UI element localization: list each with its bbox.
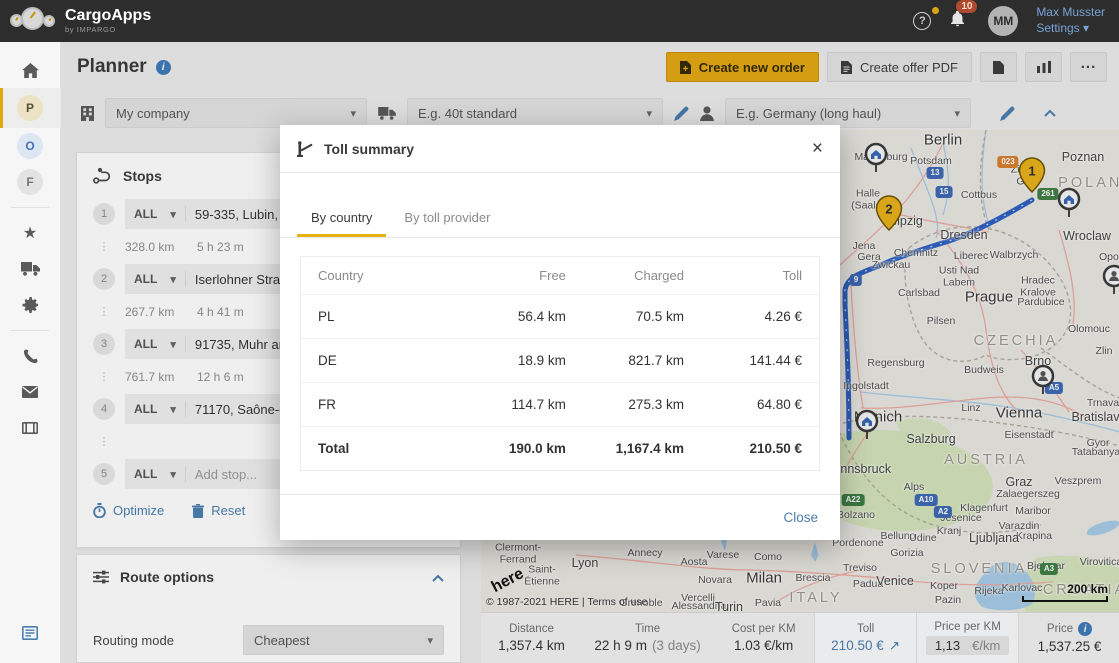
- notifications-button[interactable]: 10: [949, 10, 966, 32]
- question-icon: ?: [913, 12, 931, 30]
- toll-tabs: By country By toll provider: [280, 199, 840, 238]
- truck-icon: [21, 262, 40, 276]
- notifications-count-badge: 10: [956, 0, 977, 13]
- app-root: CargoApps by IMPARGO ? 10 MM Max Musster…: [0, 0, 1119, 663]
- planner-workspace-badge: P: [17, 95, 43, 121]
- phone-icon: [23, 349, 38, 364]
- toll-barrier-icon: [297, 141, 313, 157]
- tab-by-toll-provider[interactable]: By toll provider: [390, 199, 504, 237]
- tab-by-country[interactable]: By country: [297, 199, 386, 237]
- fleet-workspace-badge: F: [17, 169, 43, 195]
- chevron-down-icon: ▾: [1083, 21, 1089, 35]
- sidebar-item-mail[interactable]: [0, 374, 61, 410]
- avatar[interactable]: MM: [988, 6, 1018, 36]
- toll-table-header: Country Free Charged Toll: [301, 257, 819, 294]
- sidebar-item-orders[interactable]: O: [0, 128, 61, 164]
- brand-name: CargoApps: [65, 8, 151, 25]
- sidebar-item-phone[interactable]: [0, 338, 61, 374]
- modal-title: Toll summary: [324, 141, 414, 157]
- sidebar-item-home[interactable]: [0, 52, 61, 88]
- sidebar-item-planner[interactable]: P: [0, 88, 61, 128]
- toll-summary-modal: Toll summary × By country By toll provid…: [280, 125, 840, 540]
- sidebar-item-vehicles[interactable]: [0, 251, 61, 287]
- sidebar-divider: [11, 207, 49, 208]
- sidebar-item-settings[interactable]: [0, 287, 61, 323]
- envelope-icon: [22, 386, 38, 398]
- close-icon[interactable]: ×: [812, 139, 823, 158]
- star-icon: ★: [23, 223, 37, 243]
- sidebar-divider: [11, 330, 49, 331]
- toll-table-row: DE 18.9 km 821.7 km 141.44 €: [301, 338, 819, 382]
- gauges-logo-icon: [10, 5, 56, 37]
- sidebar: P O F ★: [0, 42, 61, 663]
- sidebar-item-favorites[interactable]: ★: [0, 215, 61, 251]
- brand-subtitle: by IMPARGO: [65, 25, 151, 34]
- film-icon: [22, 422, 38, 434]
- home-icon: [22, 63, 39, 78]
- toll-table-total-row: Total 190.0 km 1,167.4 km 210.50 €: [301, 426, 819, 470]
- close-button[interactable]: Close: [783, 510, 818, 525]
- sidebar-item-videos[interactable]: [0, 410, 61, 446]
- panel-list-icon: [22, 626, 38, 640]
- toll-table: Country Free Charged Toll PL 56.4 km 70.…: [300, 256, 820, 471]
- sidebar-item-fleet[interactable]: F: [0, 164, 61, 200]
- help-button[interactable]: ?: [913, 12, 931, 30]
- settings-menu-label: Settings: [1036, 21, 1079, 35]
- brand-logo[interactable]: CargoApps by IMPARGO: [10, 5, 151, 37]
- user-name: Max Musster: [1036, 5, 1105, 21]
- topbar: CargoApps by IMPARGO ? 10 MM Max Musster…: [0, 0, 1119, 42]
- toll-table-row: PL 56.4 km 70.5 km 4.26 €: [301, 294, 819, 338]
- orders-workspace-badge: O: [17, 133, 43, 159]
- notification-dot: [932, 7, 939, 14]
- toll-table-row: FR 114.7 km 275.3 km 64.80 €: [301, 382, 819, 426]
- sidebar-collapse-button[interactable]: [0, 615, 61, 651]
- gear-icon: [22, 297, 38, 313]
- user-menu[interactable]: Max Musster Settings ▾: [1036, 5, 1105, 36]
